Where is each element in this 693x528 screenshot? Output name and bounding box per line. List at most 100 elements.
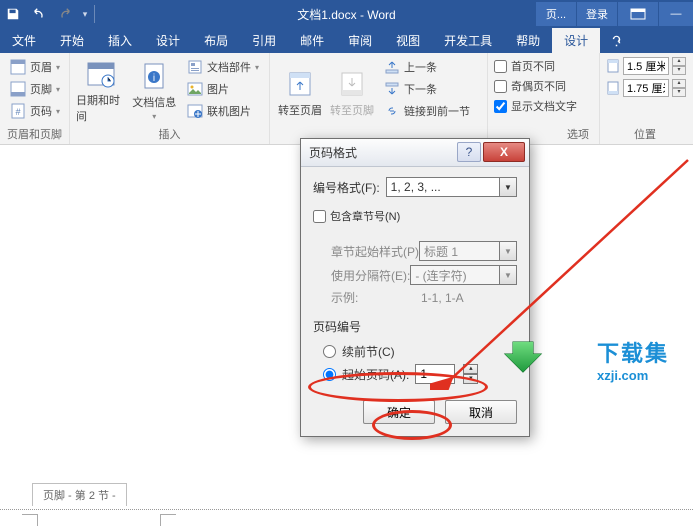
tab-mailings[interactable]: 邮件 [288,28,336,53]
quickparts-button[interactable]: 文档部件 ▾ [183,57,263,77]
separator-label: 使用分隔符(E): [331,267,410,284]
previous-button[interactable]: 上一条 [380,57,474,77]
previous-label: 上一条 [404,59,437,75]
ribbon: 页眉 ▾ 页脚 ▾ #页码 ▾ 页眉和页脚 日期和时间 i 文档信息▾ 文档部件… [0,53,693,145]
number-format-combo[interactable]: 1, 2, 3, ...▼ [386,177,517,197]
tab-insert[interactable]: 插入 [96,28,144,53]
tab-header-footer-design[interactable]: 设计 [552,28,600,53]
group-navigation: 转至页眉 转至页脚 上一条 下一条 链接到前一节 [270,53,488,144]
login-button[interactable]: 登录 [577,2,617,26]
page-number-format-dialog: 页码格式 ? X 编号格式(F): 1, 2, 3, ...▼ 包含章节号(N)… [300,138,530,437]
show-doc-text-checkbox[interactable]: 显示文档文字 [494,97,593,115]
tab-home[interactable]: 开始 [48,28,96,53]
next-button[interactable]: 下一条 [380,79,474,99]
header-distance-icon [606,59,620,73]
footer-label: 页脚 [30,81,52,97]
tab-view[interactable]: 视图 [384,28,432,53]
title-bar: ▾ 文档1.docx - Word 页... 登录 — [0,0,693,28]
footer-distance-spinner[interactable]: ▴▾ [672,79,686,97]
group-label-insert: 插入 [76,124,263,142]
dialog-close-button[interactable]: X [483,142,525,162]
page-number-icon: # [10,103,26,119]
quickparts-label: 文档部件 [207,59,251,75]
goto-footer-button[interactable]: 转至页脚 [328,57,376,128]
start-at-radio[interactable]: 起始页码(A): ▴▾ [313,362,517,386]
include-chapter-label: 包含章节号(N) [330,208,400,224]
group-position: ▴▾ ▴▾ 位置 [600,53,690,144]
example-label: 示例: [331,289,358,306]
dialog-titlebar[interactable]: 页码格式 ? X [301,139,529,167]
different-odd-even-checkbox[interactable]: 奇偶页不同 [494,77,593,95]
cancel-button[interactable]: 取消 [445,400,517,424]
minimize-button[interactable]: — [659,2,693,26]
quickparts-icon [187,59,203,75]
docinfo-label: 文档信息 [132,94,176,110]
svg-text:i: i [153,73,155,84]
dialog-help-button[interactable]: ? [457,142,481,162]
next-label: 下一条 [404,81,437,97]
online-pictures-button[interactable]: 联机图片 [183,101,263,121]
ok-button[interactable]: 确定 [363,400,435,424]
header-distance-spinner[interactable]: ▴▾ [672,57,686,75]
separator-combo: - (连字符)▼ [410,265,517,285]
quick-access-toolbar: ▾ [0,0,97,28]
chapter-style-combo: 标题 1▼ [419,241,517,261]
tab-review[interactable]: 审阅 [336,28,384,53]
page-numbering-section-label: 页码编号 [313,318,517,335]
previous-icon [384,59,400,75]
dialog-body: 编号格式(F): 1, 2, 3, ...▼ 包含章节号(N) 章节起始样式(P… [301,167,529,436]
datetime-icon [85,58,117,90]
docinfo-button[interactable]: i 文档信息▾ [129,57,178,124]
start-at-spinner[interactable]: ▴▾ [463,364,478,384]
ribbon-tabs: 文件 开始 插入 设计 布局 引用 邮件 审阅 视图 开发工具 帮助 设计 [0,28,693,53]
next-icon [384,81,400,97]
goto-footer-icon [336,68,368,100]
page-number-label: 页码 [30,103,52,119]
goto-header-label: 转至页眉 [278,102,322,118]
footer-section-tag: 页脚 - 第 2 节 - [32,483,127,506]
chapter-fieldset: 章节起始样式(P)标题 1▼ 使用分隔符(E):- (连字符)▼ 示例: 1-1,… [313,233,517,306]
qat-customize-icon[interactable]: ▾ [78,0,92,28]
chevron-down-icon: ▼ [499,178,516,196]
tab-references[interactable]: 引用 [240,28,288,53]
page-number-button[interactable]: #页码 ▾ [6,101,63,121]
header-button[interactable]: 页眉 ▾ [6,57,63,77]
different-odd-even-label: 奇偶页不同 [511,78,566,94]
header-label: 页眉 [30,59,52,75]
online-pictures-label: 联机图片 [207,103,251,119]
pictures-button[interactable]: 图片 [183,79,263,99]
footer-distance-icon [606,81,620,95]
goto-footer-label: 转至页脚 [330,102,374,118]
tab-file[interactable]: 文件 [0,28,48,53]
page-collapsed-button[interactable]: 页... [536,2,576,26]
undo-icon[interactable] [26,0,52,28]
redo-icon[interactable] [52,0,78,28]
continue-previous-radio[interactable]: 续前节(C) [313,341,517,362]
start-at-input[interactable] [415,364,455,384]
number-format-label: 编号格式(F): [313,179,380,196]
datetime-button[interactable]: 日期和时间 [76,57,125,124]
start-at-label: 起始页码(A): [342,366,409,383]
tell-me-button[interactable] [600,28,636,53]
footer-distance-input[interactable] [623,79,669,97]
tab-help[interactable]: 帮助 [504,28,552,53]
header-icon [10,59,26,75]
chapter-style-label: 章节起始样式(P) [331,243,419,260]
tab-design[interactable]: 设计 [144,28,192,53]
save-icon[interactable] [0,0,26,28]
tab-layout[interactable]: 布局 [192,28,240,53]
header-distance-row: ▴▾ [606,57,684,75]
tab-developer[interactable]: 开发工具 [432,28,504,53]
footer-button[interactable]: 页脚 ▾ [6,79,63,99]
header-distance-input[interactable] [623,57,669,75]
ribbon-display-button[interactable] [618,2,658,26]
datetime-label: 日期和时间 [76,92,125,124]
online-pictures-icon [187,103,203,119]
different-first-checkbox[interactable]: 首页不同 [494,57,593,75]
link-previous-button[interactable]: 链接到前一节 [380,101,474,121]
include-chapter-checkbox[interactable]: 包含章节号(N) [313,207,517,225]
example-value: 1-1, 1-A [421,291,517,305]
group-label-position: 位置 [606,124,684,142]
group-label-hf: 页眉和页脚 [6,124,63,142]
goto-header-button[interactable]: 转至页眉 [276,57,324,128]
